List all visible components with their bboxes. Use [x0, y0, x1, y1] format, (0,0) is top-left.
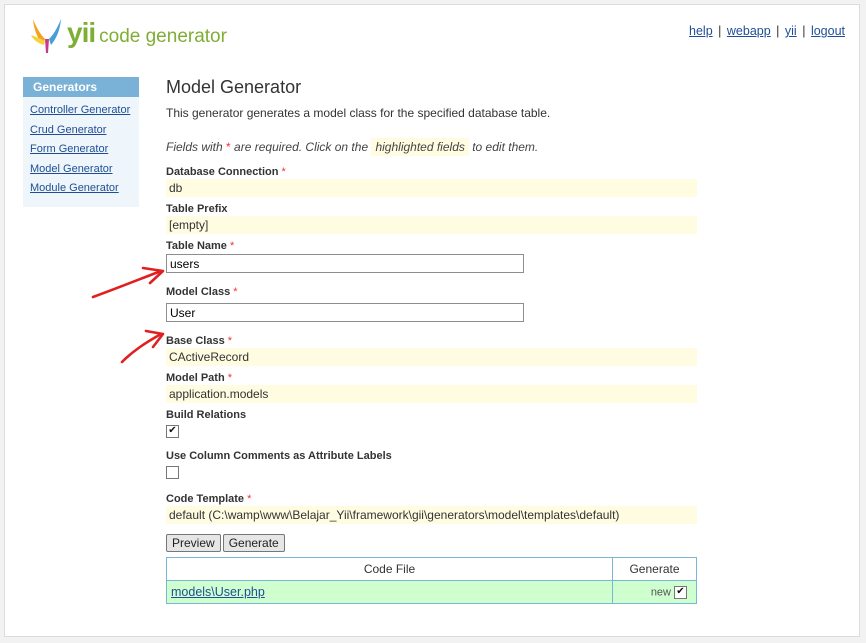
build-relations-checkbox[interactable]: ✔: [166, 425, 179, 438]
model-path-label: Model Path *: [166, 372, 233, 384]
link-separator: |: [776, 24, 780, 38]
file-status: new: [650, 585, 671, 598]
table-row: models\User.php new ✔: [166, 580, 697, 604]
sidebar: Generators Controller Generator Crud Gen…: [23, 77, 139, 207]
table-header-row: Code File Generate: [166, 557, 697, 581]
table-prefix-row: Table Prefix [empty]: [166, 203, 706, 234]
logo-yii-text: yii: [67, 17, 96, 48]
column-comments-row: Use Column Comments as Attribute Labels: [166, 450, 706, 479]
yii-link[interactable]: yii: [785, 24, 797, 38]
code-file-link[interactable]: models\User.php: [171, 585, 265, 599]
column-comments-checkbox[interactable]: [166, 466, 179, 479]
generate-button[interactable]: Generate: [222, 534, 285, 552]
code-template-label: Code Template *: [166, 493, 252, 505]
module-generator-link[interactable]: Module Generator: [30, 182, 119, 194]
base-class-field[interactable]: CActiveRecord: [166, 348, 697, 366]
sidebar-item-controller-generator: Controller Generator: [30, 101, 139, 121]
build-relations-row: Build Relations ✔: [166, 409, 706, 438]
generator-list: Controller Generator Crud Generator Form…: [23, 101, 139, 199]
code-file-header: Code File: [166, 557, 613, 581]
table-name-input[interactable]: [166, 254, 524, 273]
red-arrow-icon: [91, 266, 165, 299]
logout-link[interactable]: logout: [811, 24, 845, 38]
preview-button[interactable]: Preview: [166, 534, 221, 552]
hint-highlight: highlighted fields: [371, 138, 469, 156]
model-class-input[interactable]: [166, 303, 524, 322]
sidebar-title: Generators: [23, 77, 139, 97]
page: yii code generator help | webapp | yii | …: [4, 4, 860, 637]
page-description: This generator generates a model class f…: [166, 106, 551, 120]
sidebar-item-model-generator: Model Generator: [30, 160, 139, 180]
webapp-link[interactable]: webapp: [727, 24, 771, 38]
sidebar-item-module-generator: Module Generator: [30, 179, 139, 199]
controller-generator-link[interactable]: Controller Generator: [30, 104, 130, 116]
logo-title: yii code generator: [67, 17, 227, 49]
code-file-cell: models\User.php: [166, 580, 613, 604]
link-separator: |: [802, 24, 806, 38]
required-hint: Fields with * are required. Click on the…: [166, 138, 706, 156]
model-generator-link[interactable]: Model Generator: [30, 163, 113, 175]
db-connection-row: Database Connection * db: [166, 166, 706, 197]
generate-header: Generate: [612, 557, 697, 581]
main-content: Model Generator This generator generates…: [166, 75, 706, 604]
crud-generator-link[interactable]: Crud Generator: [30, 124, 106, 136]
link-separator: |: [718, 24, 722, 38]
form-buttons: Preview Generate: [166, 534, 706, 552]
form-generator-link[interactable]: Form Generator: [30, 143, 108, 155]
table-name-row: Table Name *: [166, 240, 706, 273]
top-links: help | webapp | yii | logout: [689, 24, 845, 38]
code-template-row: Code Template * default (C:\wamp\www\Bel…: [166, 493, 706, 524]
base-class-label: Base Class *: [166, 335, 233, 347]
generate-checkbox[interactable]: ✔: [674, 585, 687, 599]
model-path-row: Model Path * application.models: [166, 372, 706, 403]
sidebar-item-form-generator: Form Generator: [30, 140, 139, 160]
logo-subtitle: code generator: [99, 26, 227, 47]
db-connection-label: Database Connection *: [166, 166, 286, 178]
sidebar-item-crud-generator: Crud Generator: [30, 121, 139, 141]
red-arrow-icon: [120, 329, 165, 364]
generate-cell: new ✔: [612, 580, 697, 604]
code-template-field[interactable]: default (C:\wamp\www\Belajar_Yii\framewo…: [166, 506, 697, 524]
required-star: *: [226, 140, 231, 154]
model-class-row: Model Class *: [166, 286, 706, 322]
base-class-row: Base Class * CActiveRecord: [166, 335, 706, 366]
model-path-field[interactable]: application.models: [166, 385, 697, 403]
model-class-label: Model Class *: [166, 286, 238, 298]
column-comments-label: Use Column Comments as Attribute Labels: [166, 450, 392, 462]
help-link[interactable]: help: [689, 24, 713, 38]
code-file-table: Code File Generate models\User.php new ✔: [166, 557, 697, 604]
table-prefix-label: Table Prefix: [166, 203, 228, 215]
hint-end: to edit them.: [472, 140, 539, 154]
build-relations-label: Build Relations: [166, 409, 247, 421]
hint-start: Fields with: [166, 140, 223, 154]
hint-middle: are required. Click on the: [234, 140, 369, 154]
table-prefix-field[interactable]: [empty]: [166, 216, 697, 234]
yii-logo-icon: [31, 19, 61, 53]
db-connection-field[interactable]: db: [166, 179, 697, 197]
page-title: Model Generator: [166, 77, 302, 97]
table-name-label: Table Name *: [166, 240, 235, 252]
